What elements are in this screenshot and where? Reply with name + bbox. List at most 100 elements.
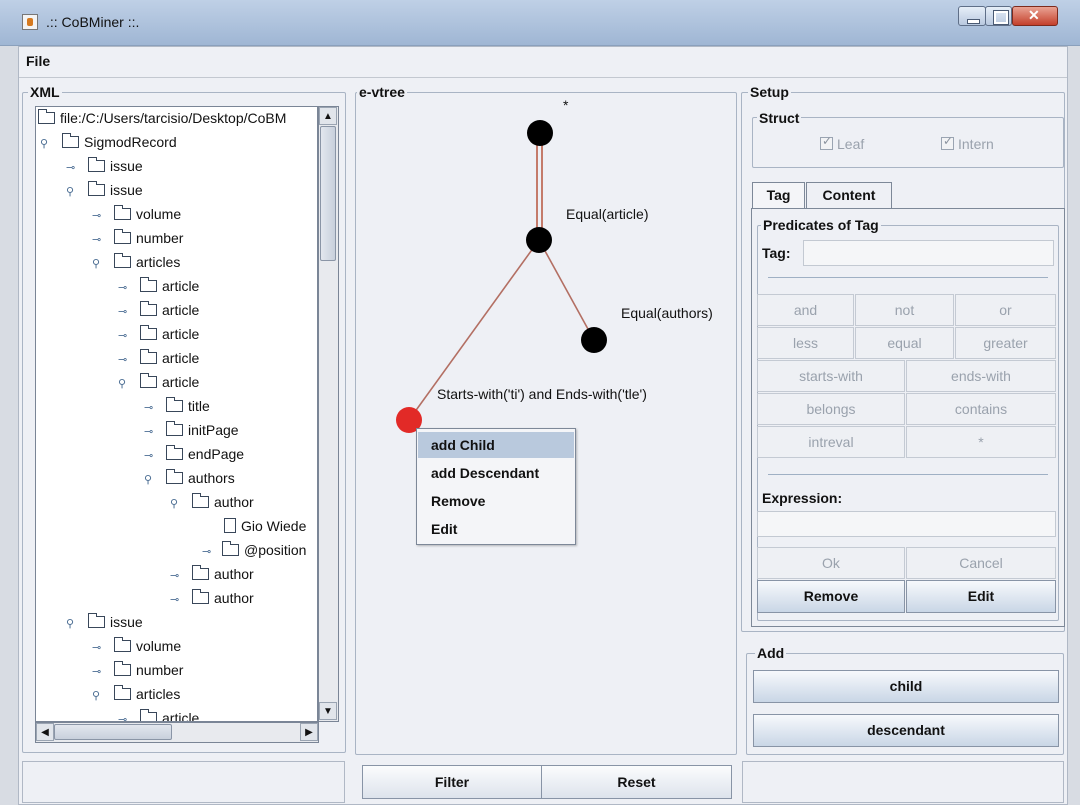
tree-node[interactable]: article	[140, 324, 199, 344]
tree-node[interactable]: article	[140, 276, 199, 296]
close-button[interactable]	[1012, 6, 1058, 26]
tree-node-authors-dot[interactable]	[581, 327, 607, 353]
expanded-handle-icon[interactable]: ⚲	[66, 185, 74, 198]
menu-file[interactable]: File	[26, 53, 50, 69]
collapsed-handle-icon[interactable]: ⊸	[118, 353, 127, 366]
edit-button[interactable]: Edit	[906, 580, 1056, 613]
tree-node[interactable]: issue	[88, 180, 143, 200]
collapsed-handle-icon[interactable]: ⊸	[66, 161, 75, 174]
collapsed-handle-icon[interactable]: ⊸	[144, 449, 153, 462]
tree-leaf[interactable]: Gio Wiede	[224, 516, 306, 536]
xml-tree[interactable]: file:/C:/Users/tarcisio/Desktop/CoBM ⚲ S…	[35, 106, 318, 722]
expanded-handle-icon[interactable]: ⚲	[92, 257, 100, 270]
tree-node[interactable]: article	[140, 372, 199, 392]
and-button[interactable]: and	[757, 294, 854, 326]
collapsed-handle-icon[interactable]: ⊸	[118, 329, 127, 342]
equal-button[interactable]: equal	[855, 327, 954, 359]
window-title: .:: CoBMiner ::.	[46, 14, 140, 30]
collapsed-handle-icon[interactable]: ⊸	[202, 545, 211, 558]
expanded-handle-icon[interactable]: ⚲	[144, 473, 152, 486]
interval-button[interactable]: intreval	[757, 426, 905, 458]
collapsed-handle-icon[interactable]: ⊸	[92, 233, 101, 246]
ends-with-button[interactable]: ends-with	[906, 360, 1056, 392]
add-child-button[interactable]: child	[753, 670, 1059, 703]
menu-remove[interactable]: Remove	[418, 488, 574, 514]
greater-button[interactable]: greater	[955, 327, 1056, 359]
tag-input[interactable]	[803, 240, 1054, 266]
collapsed-handle-icon[interactable]: ⊸	[144, 401, 153, 414]
expanded-handle-icon[interactable]: ⚲	[40, 137, 48, 150]
wildcard-button[interactable]: *	[906, 426, 1056, 458]
collapsed-handle-icon[interactable]: ⊸	[118, 305, 127, 318]
or-button[interactable]: or	[955, 294, 1056, 326]
tree-node[interactable]: article	[140, 708, 199, 721]
contains-button[interactable]: contains	[906, 393, 1056, 425]
tree-node[interactable]: author	[192, 492, 254, 512]
cancel-button[interactable]: Cancel	[906, 547, 1056, 579]
tree-node[interactable]: volume	[114, 636, 181, 656]
maximize-button[interactable]	[985, 6, 1012, 26]
tree-node-article-dot[interactable]	[526, 227, 552, 253]
add-descendant-button[interactable]: descendant	[753, 714, 1059, 747]
tab-tag[interactable]: Tag	[752, 182, 805, 209]
expanded-handle-icon[interactable]: ⚲	[92, 689, 100, 702]
tree-node[interactable]: endPage	[166, 444, 244, 464]
expanded-handle-icon[interactable]: ⚲	[170, 497, 178, 510]
tree-node[interactable]: SigmodRecord	[62, 132, 177, 152]
tree-node[interactable]: issue	[88, 612, 143, 632]
tree-node[interactable]: authors	[166, 468, 235, 488]
remove-button[interactable]: Remove	[757, 580, 905, 613]
collapsed-handle-icon[interactable]: ⊸	[170, 593, 179, 606]
folder-icon	[140, 373, 157, 388]
belongs-button[interactable]: belongs	[757, 393, 905, 425]
collapsed-handle-icon[interactable]: ⊸	[170, 569, 179, 582]
less-button[interactable]: less	[757, 327, 854, 359]
scroll-left-icon[interactable]: ◀	[36, 723, 54, 741]
tree-node[interactable]: number	[114, 228, 183, 248]
tree-node[interactable]: @position	[222, 540, 306, 560]
tree-node[interactable]: number	[114, 660, 183, 680]
horizontal-scroll-thumb[interactable]	[54, 724, 172, 740]
filter-button[interactable]: Filter	[362, 765, 542, 799]
collapsed-handle-icon[interactable]: ⊸	[118, 281, 127, 294]
collapsed-handle-icon[interactable]: ⊸	[92, 209, 101, 222]
scroll-right-icon[interactable]: ▶	[300, 723, 318, 741]
scroll-down-icon[interactable]: ▼	[319, 702, 337, 720]
tree-node-root-dot[interactable]	[527, 120, 553, 146]
tree-node[interactable]: title	[166, 396, 210, 416]
vertical-scroll-thumb[interactable]	[320, 126, 336, 261]
expanded-handle-icon[interactable]: ⚲	[118, 377, 126, 390]
checkbox-check-icon	[941, 134, 954, 150]
folder-icon	[88, 181, 105, 196]
intern-checkbox[interactable]: Intern	[941, 134, 994, 152]
tree-node[interactable]: articles	[114, 684, 180, 704]
menu-add-child[interactable]: add Child	[418, 432, 574, 458]
collapsed-handle-icon[interactable]: ⊸	[144, 425, 153, 438]
tree-node[interactable]: article	[140, 348, 199, 368]
reset-button[interactable]: Reset	[541, 765, 732, 799]
expression-input[interactable]	[757, 511, 1056, 537]
struct-label: Struct	[757, 110, 802, 126]
tree-node[interactable]: author	[192, 588, 254, 608]
tab-content[interactable]: Content	[806, 182, 892, 208]
not-button[interactable]: not	[855, 294, 954, 326]
starts-with-button[interactable]: starts-with	[757, 360, 905, 392]
ok-button[interactable]: Ok	[757, 547, 905, 579]
expanded-handle-icon[interactable]: ⚲	[66, 617, 74, 630]
minimize-button[interactable]	[958, 6, 986, 26]
menu-edit[interactable]: Edit	[418, 516, 574, 542]
tree-node[interactable]: volume	[114, 204, 181, 224]
collapsed-handle-icon[interactable]: ⊸	[118, 713, 127, 721]
tree-node[interactable]: author	[192, 564, 254, 584]
collapsed-handle-icon[interactable]: ⊸	[92, 665, 101, 678]
tree-node[interactable]: issue	[88, 156, 143, 176]
tree-node[interactable]: initPage	[166, 420, 239, 440]
scroll-up-icon[interactable]: ▲	[319, 107, 337, 125]
menu-add-descendant[interactable]: add Descendant	[418, 460, 574, 486]
tree-node[interactable]: articles	[114, 252, 180, 272]
leaf-checkbox[interactable]: Leaf	[820, 134, 864, 152]
tree-node[interactable]: article	[140, 300, 199, 320]
folder-icon	[140, 301, 157, 316]
collapsed-handle-icon[interactable]: ⊸	[92, 641, 101, 654]
tree-node-root[interactable]: file:/C:/Users/tarcisio/Desktop/CoBM	[38, 108, 286, 128]
